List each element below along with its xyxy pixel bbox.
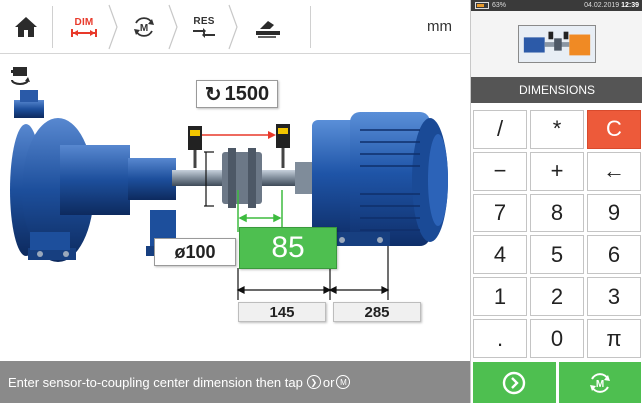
- units-label[interactable]: mm: [427, 18, 452, 35]
- measure-circle-icon: M: [336, 375, 351, 389]
- key-4-button[interactable]: 4: [473, 235, 527, 275]
- battery-indicator: 63%: [475, 2, 506, 9]
- machine-rotate-button[interactable]: [0, 56, 40, 96]
- numeric-keypad: / * C − + ← 7 8 9 4 5 6 1 2 3. 0 π: [471, 110, 642, 358]
- key-6-button[interactable]: 6: [587, 235, 641, 275]
- measure-mode-icon: M: [589, 372, 610, 393]
- svg-text:M: M: [596, 379, 604, 390]
- laser-arrow-icon: [268, 131, 276, 139]
- battery-level: 63%: [492, 2, 507, 9]
- app-window: DIM M RES mm ↻ 1500 ø100 85 145 285 Ente…: [0, 0, 642, 403]
- machine-thumbnail-icon[interactable]: [518, 25, 596, 63]
- datetime: 04.02.2019 12:39: [584, 2, 639, 9]
- key-divide-button[interactable]: /: [473, 110, 527, 149]
- chevron-right-icon: [108, 4, 118, 50]
- step-dimensions-label: DIM: [74, 16, 94, 28]
- right-panel: 63% 04.02.2019 12:39 DIMENSIONS / * C − + ← 7 8…: [470, 0, 642, 403]
- step-results-tab[interactable]: RES: [182, 4, 226, 50]
- dimensions-icon: [71, 28, 97, 37]
- key-5-button[interactable]: 5: [530, 235, 584, 275]
- action-row: M: [471, 362, 642, 403]
- sensor-right-graphic: [276, 124, 290, 168]
- key-1-button[interactable]: 1: [473, 277, 527, 317]
- step-dimensions-tab[interactable]: DIM: [62, 4, 106, 50]
- key-0-button[interactable]: 0: [530, 319, 584, 358]
- chevron-right-icon: [228, 4, 238, 50]
- system-status-bar: 63% 04.02.2019 12:39: [471, 0, 642, 11]
- key-pi-button[interactable]: π: [587, 319, 641, 358]
- key-backspace-button[interactable]: ←: [587, 151, 641, 191]
- key-plus-button[interactable]: +: [530, 151, 584, 191]
- battery-icon: [475, 2, 489, 9]
- status-message: Enter sensor-to-coupling center dimensio…: [8, 374, 303, 390]
- status-or-text: or: [322, 374, 335, 390]
- rpm-value: 1500: [224, 82, 270, 105]
- toolbar-divider: [52, 6, 53, 48]
- top-toolbar: DIM M RES mm: [0, 0, 470, 54]
- toolbar-divider: [310, 6, 311, 48]
- sensor-left-graphic: [188, 126, 202, 168]
- motor-graphic: [295, 112, 448, 246]
- home-button[interactable]: [0, 0, 52, 54]
- key-8-button[interactable]: 8: [530, 193, 584, 233]
- date-text: 04.02.2019: [584, 2, 620, 9]
- key-minus-button[interactable]: −: [473, 151, 527, 191]
- key-9-button[interactable]: 9: [587, 193, 641, 233]
- step-measure-tab[interactable]: M: [122, 4, 166, 50]
- svg-text:M: M: [140, 23, 148, 34]
- key-3-button[interactable]: 3: [587, 277, 641, 317]
- time-text: 12:39: [621, 2, 639, 9]
- status-bar: Enter sensor-to-coupling center dimensio…: [0, 361, 470, 403]
- machine-thumbnail-area: [471, 11, 642, 77]
- next-arrow-icon: [503, 371, 526, 394]
- measure-button[interactable]: M: [558, 362, 641, 403]
- home-icon: [15, 17, 37, 37]
- step-results-label: RES: [193, 15, 215, 27]
- key-decimal-button[interactable]: .: [473, 319, 527, 358]
- coupling-graphic: [222, 148, 262, 208]
- key-clear-button[interactable]: C: [587, 110, 641, 149]
- key-multiply-button[interactable]: *: [530, 110, 584, 149]
- next-circle-icon: ❯: [306, 375, 321, 389]
- sensor-to-coupling-field[interactable]: 85: [239, 227, 337, 269]
- pump-graphic: [10, 90, 180, 262]
- coupling-to-front-feet-field[interactable]: 145: [238, 302, 326, 322]
- key-2-button[interactable]: 2: [530, 277, 584, 317]
- panel-title: DIMENSIONS: [471, 77, 642, 103]
- chevron-right-icon: [168, 4, 178, 50]
- machine-rotate-icon: [11, 67, 30, 85]
- key-7-button[interactable]: 7: [473, 193, 527, 233]
- rpm-icon: ↻: [204, 83, 222, 106]
- rpm-field[interactable]: ↻ 1500: [196, 80, 278, 108]
- step-correction-tab[interactable]: [242, 4, 292, 50]
- next-button[interactable]: [473, 362, 556, 403]
- measure-icon: M: [134, 17, 154, 37]
- front-to-back-feet-field[interactable]: 285: [333, 302, 421, 322]
- coupling-diameter-field[interactable]: ø100: [154, 238, 236, 266]
- results-icon: [193, 27, 215, 38]
- correction-icon: [256, 21, 280, 38]
